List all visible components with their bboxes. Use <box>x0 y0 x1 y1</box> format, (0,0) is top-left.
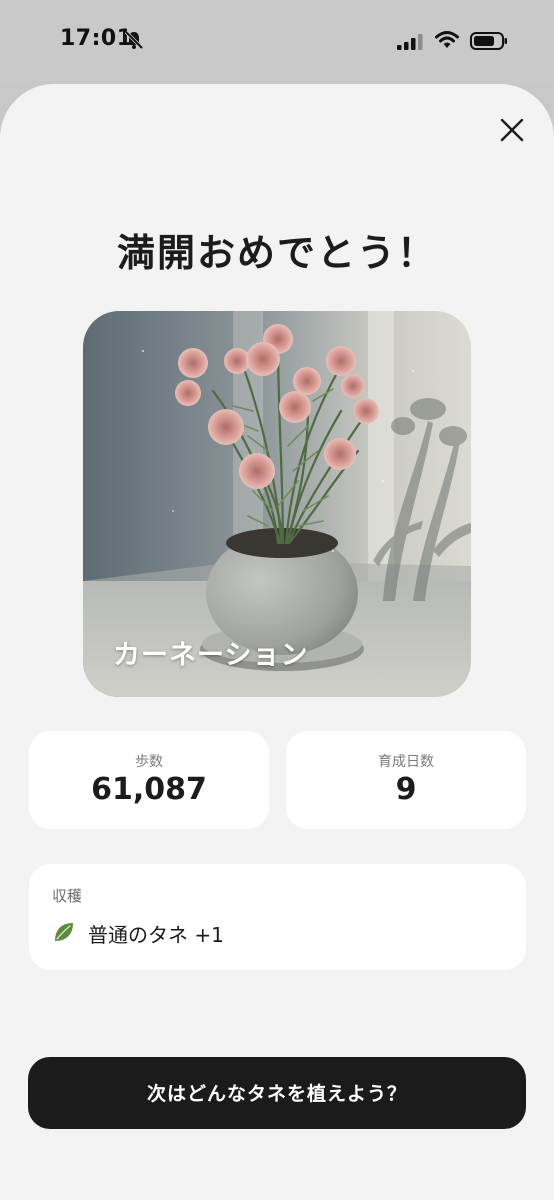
bell-off-icon <box>124 30 144 50</box>
harvest-item: 普通のタネ +1 <box>88 923 224 947</box>
status-time: 17:01 <box>60 26 133 51</box>
status-bar: 17:01 <box>0 0 554 84</box>
battery-icon <box>470 32 507 50</box>
leaf-icon <box>55 923 73 941</box>
steps-stat-card: 歩数 61,087 <box>29 731 269 829</box>
steps-label: 歩数 <box>135 754 163 770</box>
wifi-icon <box>435 31 459 48</box>
close-icon[interactable] <box>492 110 532 150</box>
growing-days-stat-card: 育成日数 9 <box>286 731 526 829</box>
steps-value: 61,087 <box>91 772 207 807</box>
growing-days-label: 育成日数 <box>378 754 434 770</box>
harvest-card: 収穫 普通のタネ +1 <box>29 864 526 970</box>
next-seed-button[interactable]: 次はどんなタネを植えよう？ <box>28 1057 526 1129</box>
signal-icon <box>397 34 423 50</box>
page-title: 満開おめでとう！ <box>116 231 437 275</box>
plant-name: カーネーション <box>113 640 309 671</box>
growing-days-value: 9 <box>395 772 417 807</box>
harvest-title: 収穫 <box>52 887 83 905</box>
plant-card: カーネーション <box>83 311 471 697</box>
